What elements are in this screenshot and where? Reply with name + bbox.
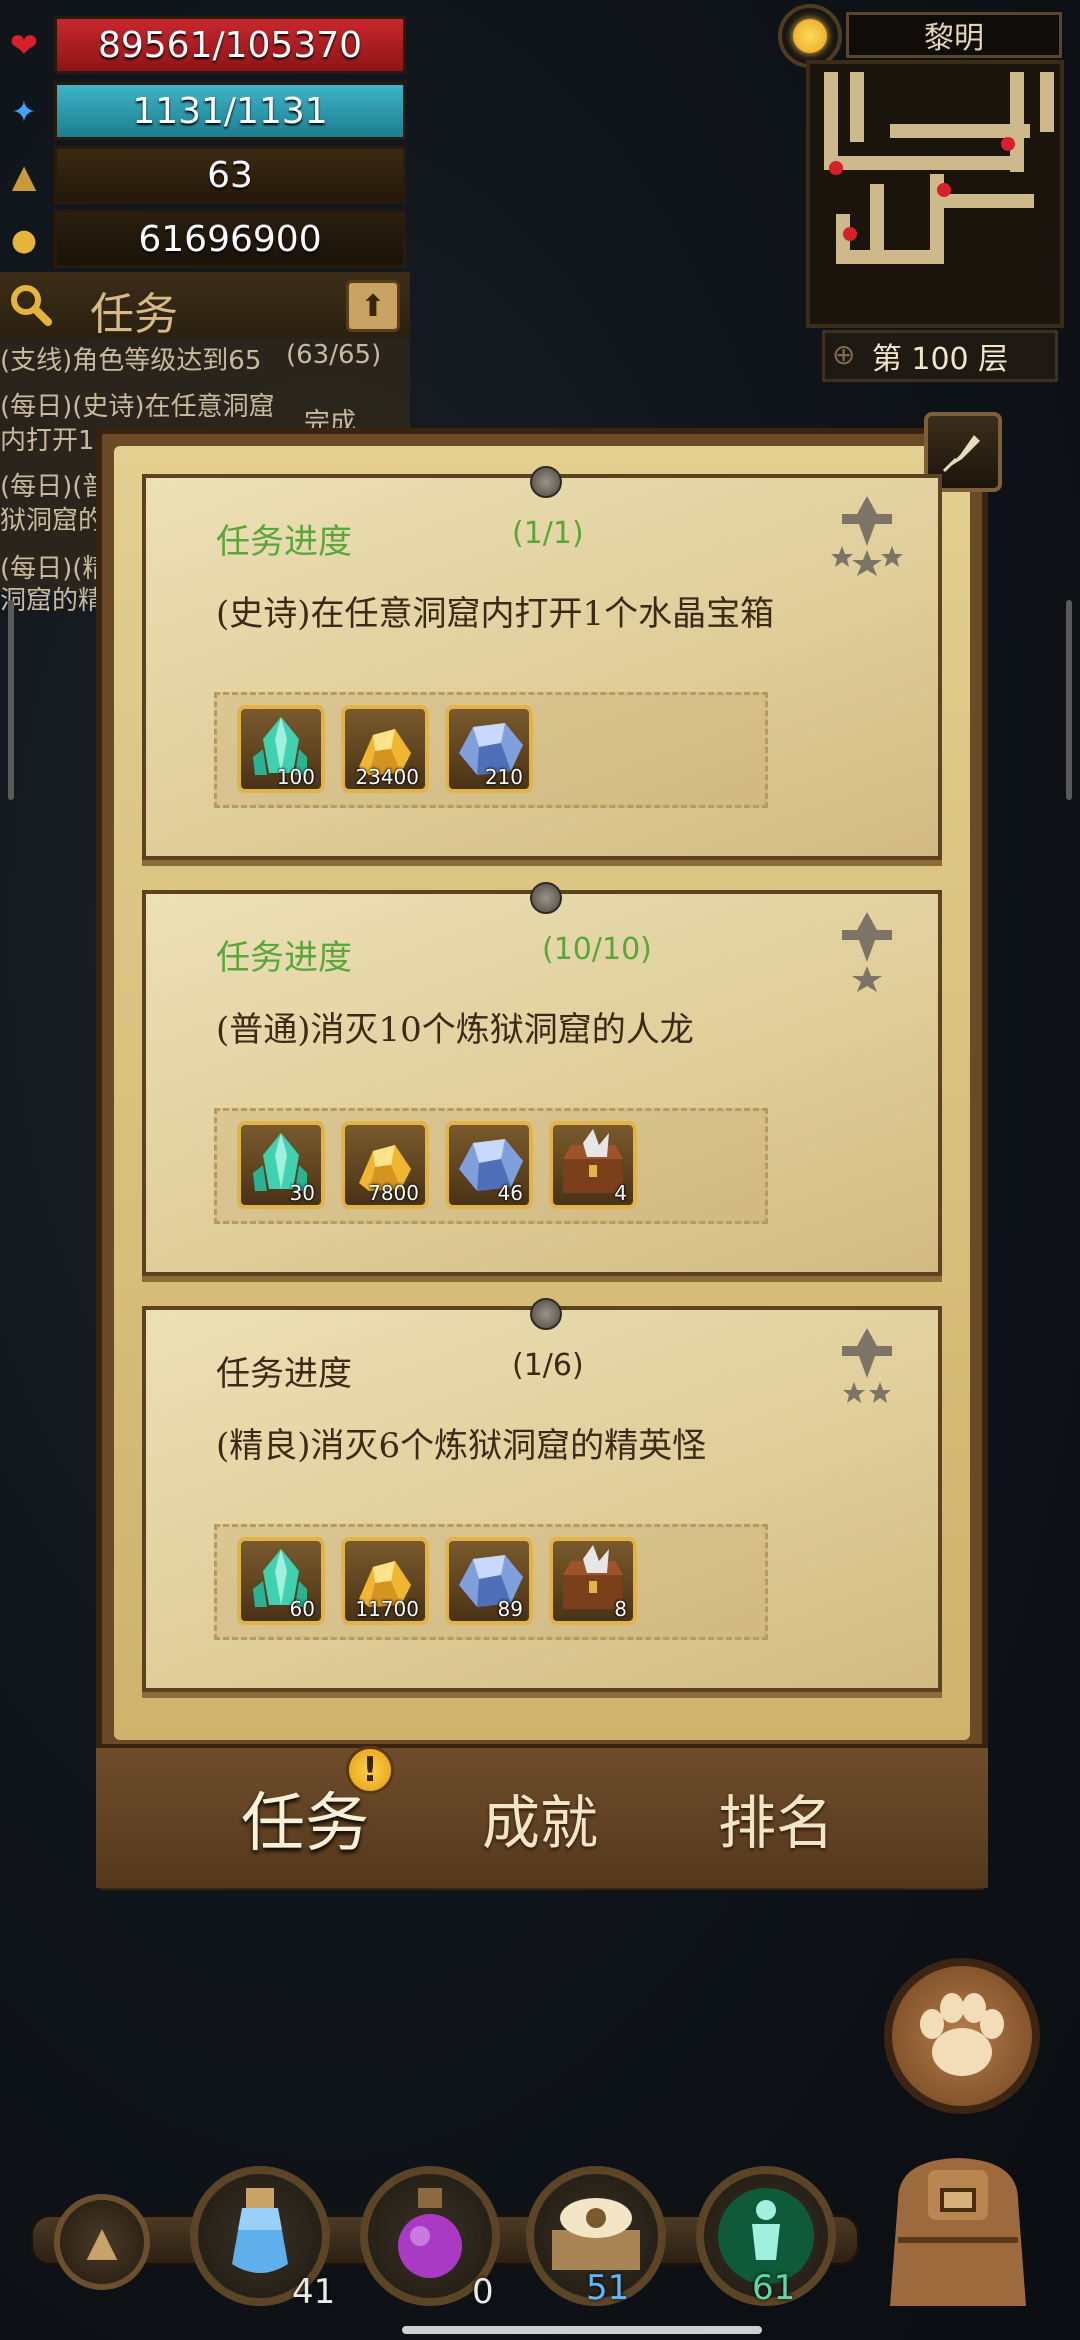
reward-ore[interactable]: 210 xyxy=(445,705,533,793)
skill-slot[interactable]: 61 xyxy=(696,2166,836,2308)
gold-coins-icon: ● xyxy=(10,222,38,258)
mana-icon: ✦ xyxy=(11,94,37,130)
reward-quantity: 100 xyxy=(276,765,315,789)
quest-progress-count: (1/1) xyxy=(512,516,584,551)
reward-gold[interactable]: 11700 xyxy=(341,1537,429,1625)
quest-card[interactable]: 任务进度 (1/1) (史诗)在任意洞窟内打开1个水晶宝箱 100 23400 … xyxy=(142,466,942,860)
reward-crystal[interactable]: 60 xyxy=(237,1537,325,1625)
reward-quantity: 11700 xyxy=(355,1597,419,1621)
reward-quantity: 210 xyxy=(484,765,523,789)
skill-count: 61 xyxy=(752,2268,796,2308)
rewards-box: 100 23400 210 xyxy=(214,692,768,808)
rewards-box: 30 7800 46 4 xyxy=(214,1108,768,1224)
purple-potion-slot[interactable]: 0 xyxy=(360,2166,500,2312)
pin-icon xyxy=(530,1298,562,1330)
quest-progress-label: 任务进度 xyxy=(216,938,352,978)
quest-description: (精良)消灭6个炼狱洞窟的精英怪 xyxy=(216,1426,707,1466)
zoom-icon[interactable]: ⊕ xyxy=(832,338,868,374)
tracker-item-text[interactable]: (每日)(普 xyxy=(0,466,108,503)
reward-quantity: 23400 xyxy=(355,765,419,789)
tab-quests-label: 任务 xyxy=(241,1787,369,1861)
minimap[interactable] xyxy=(806,60,1064,328)
paw-icon xyxy=(920,1993,1004,2076)
blue-potion-slot[interactable]: 41 xyxy=(190,2166,335,2312)
tracker-item-text[interactable]: (每日)(史诗)在任意洞窟 xyxy=(0,386,275,423)
tab-achievements-label: 成就 xyxy=(481,1789,598,1857)
arrow-up-icon: ⬆ xyxy=(360,288,386,324)
tab-achievements[interactable]: 成就 xyxy=(450,1770,630,1866)
rewards-box: 60 11700 89 8 xyxy=(214,1524,768,1640)
left-scrollbar[interactable] xyxy=(8,600,14,800)
collapse-tracker-button[interactable]: ⬆ xyxy=(346,280,400,332)
time-of-day-icon xyxy=(778,4,842,68)
quest-card[interactable]: 任务进度 (1/6) (精良)消灭6个炼狱洞窟的精英怪 60 11700 89 … xyxy=(142,1298,942,1692)
quest-progress-label: 任务进度 xyxy=(216,1354,352,1394)
reward-chest[interactable]: 8 xyxy=(549,1537,637,1625)
one-star-emblem-icon xyxy=(842,912,892,992)
quest-progress-label: 任务进度 xyxy=(216,522,352,562)
level-icon: ▲ xyxy=(11,157,37,195)
backpack-icon xyxy=(890,2158,1026,2306)
system-home-indicator[interactable] xyxy=(402,2326,762,2334)
reward-gold[interactable]: 23400 xyxy=(341,705,429,793)
tracker-item-progress: (63/65) xyxy=(286,340,382,370)
pin-icon xyxy=(530,882,562,914)
reward-gold[interactable]: 7800 xyxy=(341,1121,429,1209)
tracker-item-text-cont: 洞窟的精 xyxy=(0,586,105,616)
gold-bar: 61696900 xyxy=(54,210,406,268)
minimap-layout xyxy=(810,64,1060,324)
quest-card[interactable]: 任务进度 (10/10) (普通)消灭10个炼狱洞窟的人龙 30 7800 46… xyxy=(142,882,942,1276)
pet-button[interactable] xyxy=(884,1958,1040,2114)
time-of-day-label: 黎明 xyxy=(846,12,1062,58)
mp-stat: ✦ 1131/1131 xyxy=(0,82,410,140)
heart-icon: ❤ xyxy=(9,26,39,66)
reward-quantity: 7800 xyxy=(368,1181,419,1205)
search-icon xyxy=(11,285,52,326)
tracker-item-text-cont: 内打开1 xyxy=(0,426,95,456)
quest-progress-count: (1/6) xyxy=(512,1348,584,1383)
tab-quests[interactable]: 任务 xyxy=(180,1770,430,1866)
reward-chest[interactable]: 4 xyxy=(549,1121,637,1209)
scroll-count: 51 xyxy=(586,2268,630,2308)
quest-tracker-title: 任务 xyxy=(90,289,178,340)
inventory-button[interactable] xyxy=(868,2130,1048,2320)
tracker-item-text-cont: 狱洞窟的 xyxy=(0,506,105,536)
purple-potion-count: 0 xyxy=(472,2272,494,2312)
three-star-emblem-icon xyxy=(831,496,903,576)
tab-ranking[interactable]: 排名 xyxy=(686,1770,866,1866)
alert-badge-icon: ! xyxy=(346,1746,394,1794)
reward-crystal[interactable]: 30 xyxy=(237,1121,325,1209)
triangle-up-icon: ▲ xyxy=(86,2219,118,2265)
reward-ore[interactable]: 89 xyxy=(445,1537,533,1625)
reward-crystal[interactable]: 100 xyxy=(237,705,325,793)
reward-quantity: 4 xyxy=(614,1181,627,1205)
hp-stat: ❤ 89561/105370 xyxy=(0,16,410,74)
blue-potion-count: 41 xyxy=(292,2272,336,2312)
level-stat: ▲ 63 xyxy=(0,146,410,204)
scroll-slot[interactable]: 51 xyxy=(526,2166,666,2308)
right-scrollbar[interactable] xyxy=(1066,600,1072,800)
level-bar: 63 xyxy=(54,146,406,204)
reward-quantity: 60 xyxy=(289,1597,315,1621)
quest-description: (史诗)在任意洞窟内打开1个水晶宝箱 xyxy=(216,594,775,634)
reward-quantity: 89 xyxy=(497,1597,523,1621)
hp-bar: 89561/105370 xyxy=(54,16,406,74)
expand-quickbar-button[interactable]: ▲ xyxy=(54,2194,150,2290)
quest-tracker-header: 任务 ⬆ xyxy=(0,272,410,340)
mp-bar: 1131/1131 xyxy=(54,82,406,140)
two-star-emblem-icon xyxy=(842,1328,892,1403)
reward-quantity: 46 xyxy=(497,1181,523,1205)
pin-icon xyxy=(530,466,562,498)
reward-quantity: 8 xyxy=(614,1597,627,1621)
gold-stat: ● 61696900 xyxy=(0,210,410,268)
reward-quantity: 30 xyxy=(289,1181,315,1205)
reward-ore[interactable]: 46 xyxy=(445,1121,533,1209)
quest-description: (普通)消灭10个炼狱洞窟的人龙 xyxy=(216,1010,694,1050)
quest-progress-count: (10/10) xyxy=(542,932,652,967)
quill-icon xyxy=(942,435,980,473)
floor-text: 第 100 层 xyxy=(871,342,1009,377)
tracker-item-text[interactable]: (支线)角色等级达到65 xyxy=(0,340,261,377)
tab-ranking-label: 排名 xyxy=(717,1789,834,1857)
